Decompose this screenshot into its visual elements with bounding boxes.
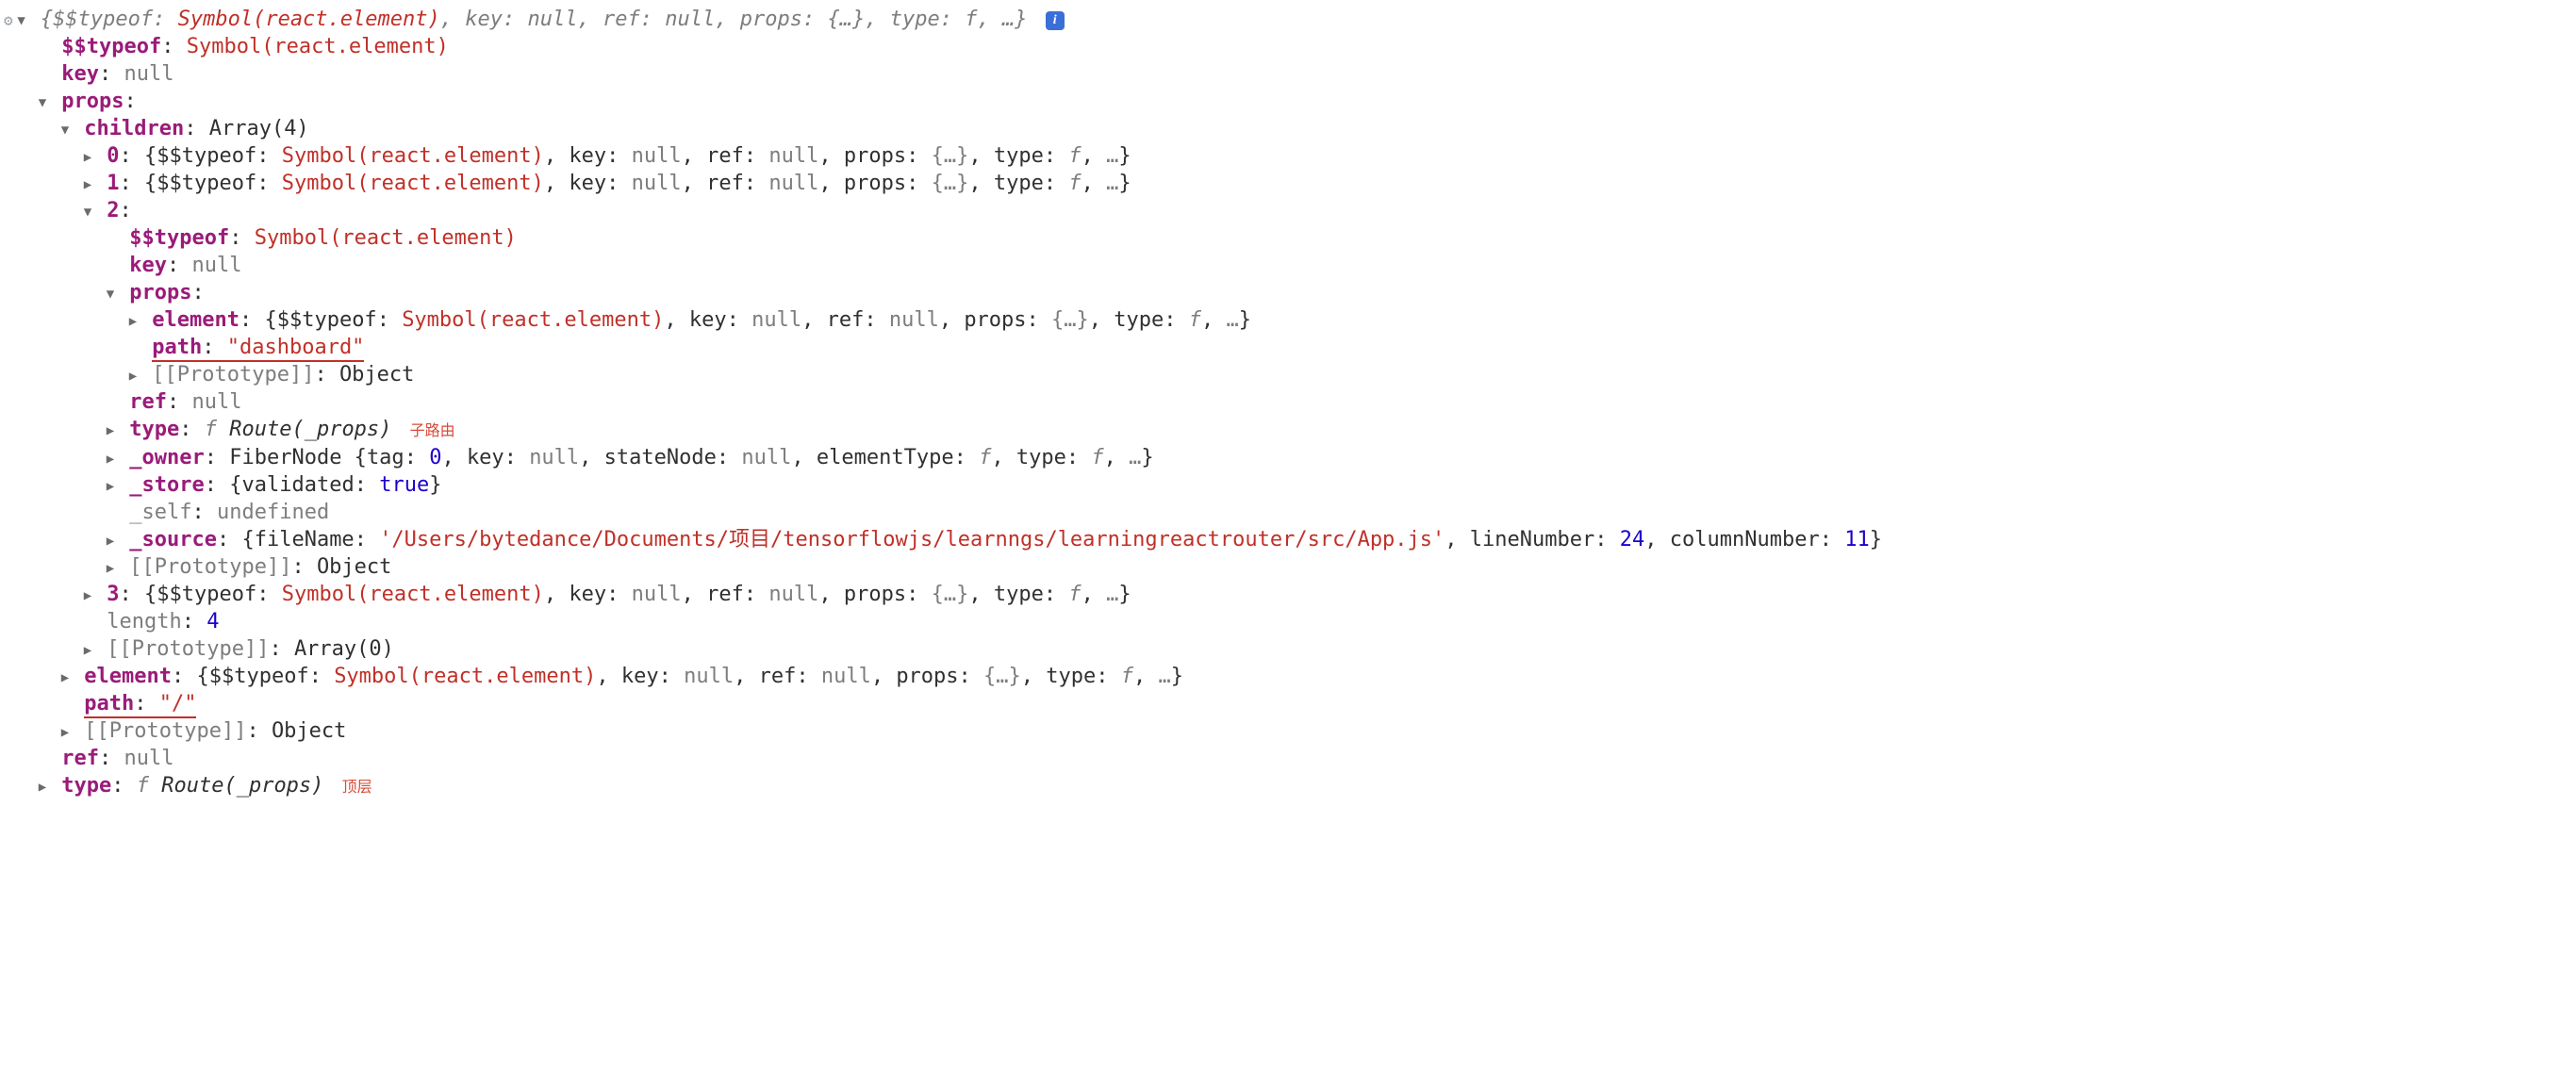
- outer-path[interactable]: path: "/": [4, 690, 2576, 717]
- tree-row-root[interactable]: ⚙▼ {$$typeof: Symbol(react.element), key…: [4, 6, 2576, 33]
- c2-key[interactable]: key: null: [4, 252, 2576, 279]
- annotation-subroute: 子路由: [410, 423, 455, 439]
- c2-self[interactable]: _self: undefined: [4, 499, 2576, 526]
- c2-source[interactable]: ▶ _source: {fileName: '/Users/bytedance/…: [4, 526, 2576, 553]
- chevron-right-icon[interactable]: ▶: [81, 587, 94, 604]
- prop-ref[interactable]: ref: null: [4, 745, 2576, 772]
- chevron-down-icon[interactable]: ▼: [15, 12, 28, 29]
- chevron-right-icon[interactable]: ▶: [36, 779, 49, 796]
- children-2[interactable]: ▼ 2:: [4, 197, 2576, 224]
- info-icon[interactable]: i: [1046, 11, 1065, 30]
- key-label: $$typeof: [61, 35, 161, 58]
- chevron-right-icon[interactable]: ▶: [104, 451, 117, 468]
- chevron-right-icon[interactable]: ▶: [81, 176, 94, 193]
- c2-prototype-outer[interactable]: ▶ [[Prototype]]: Object: [4, 553, 2576, 581]
- chevron-right-icon[interactable]: ▶: [126, 313, 140, 330]
- c2-store[interactable]: ▶ _store: {validated: true}: [4, 471, 2576, 499]
- outer-element[interactable]: ▶ element: {$$typeof: Symbol(react.eleme…: [4, 663, 2576, 690]
- children-0[interactable]: ▶ 0: {$$typeof: Symbol(react.element), k…: [4, 142, 2576, 170]
- c2-typeof[interactable]: $$typeof: Symbol(react.element): [4, 224, 2576, 252]
- chevron-right-icon[interactable]: ▶: [126, 368, 140, 385]
- prop-children[interactable]: ▼ children: Array(4): [4, 115, 2576, 142]
- chevron-down-icon[interactable]: ▼: [81, 204, 94, 221]
- chevron-right-icon[interactable]: ▶: [104, 422, 117, 439]
- c2-proto[interactable]: ▶ [[Prototype]]: Object: [4, 361, 2576, 388]
- preview-open-brace: {: [41, 8, 53, 31]
- c2-ref[interactable]: ref: null: [4, 388, 2576, 416]
- c2-element[interactable]: ▶ element: {$$typeof: Symbol(react.eleme…: [4, 306, 2576, 334]
- c2-props[interactable]: ▼ props:: [4, 279, 2576, 306]
- chevron-right-icon[interactable]: ▶: [104, 478, 117, 495]
- chevron-down-icon[interactable]: ▼: [36, 94, 49, 111]
- children-3[interactable]: ▶ 3: {$$typeof: Symbol(react.element), k…: [4, 581, 2576, 608]
- children-length[interactable]: length: 4: [4, 608, 2576, 635]
- annotation-toplevel: 顶层: [342, 780, 372, 796]
- chevron-right-icon[interactable]: ▶: [81, 149, 94, 166]
- chevron-right-icon[interactable]: ▶: [81, 642, 94, 659]
- c2-owner[interactable]: ▶ _owner: FiberNode {tag: 0, key: null, …: [4, 444, 2576, 471]
- prop-typeof[interactable]: $$typeof: Symbol(react.element): [4, 33, 2576, 60]
- chevron-down-icon[interactable]: ▼: [104, 286, 117, 303]
- prop-key[interactable]: key: null: [4, 60, 2576, 88]
- c2-type[interactable]: ▶ type: f Route(_props) 子路由: [4, 416, 2576, 443]
- chevron-right-icon[interactable]: ▶: [58, 724, 72, 741]
- children-1[interactable]: ▶ 1: {$$typeof: Symbol(react.element), k…: [4, 170, 2576, 197]
- prop-type[interactable]: ▶ type: f Route(_props) 顶层: [4, 772, 2576, 799]
- chevron-down-icon[interactable]: ▼: [58, 122, 72, 139]
- chevron-right-icon[interactable]: ▶: [104, 560, 117, 577]
- gear-icon: ⚙: [4, 11, 13, 29]
- chevron-right-icon[interactable]: ▶: [58, 669, 72, 686]
- outer-prototype[interactable]: ▶ [[Prototype]]: Object: [4, 717, 2576, 745]
- c2-path[interactable]: path: "dashboard": [4, 334, 2576, 361]
- prop-props[interactable]: ▼ props:: [4, 88, 2576, 115]
- chevron-right-icon[interactable]: ▶: [104, 533, 117, 550]
- children-prototype[interactable]: ▶ [[Prototype]]: Array(0): [4, 635, 2576, 663]
